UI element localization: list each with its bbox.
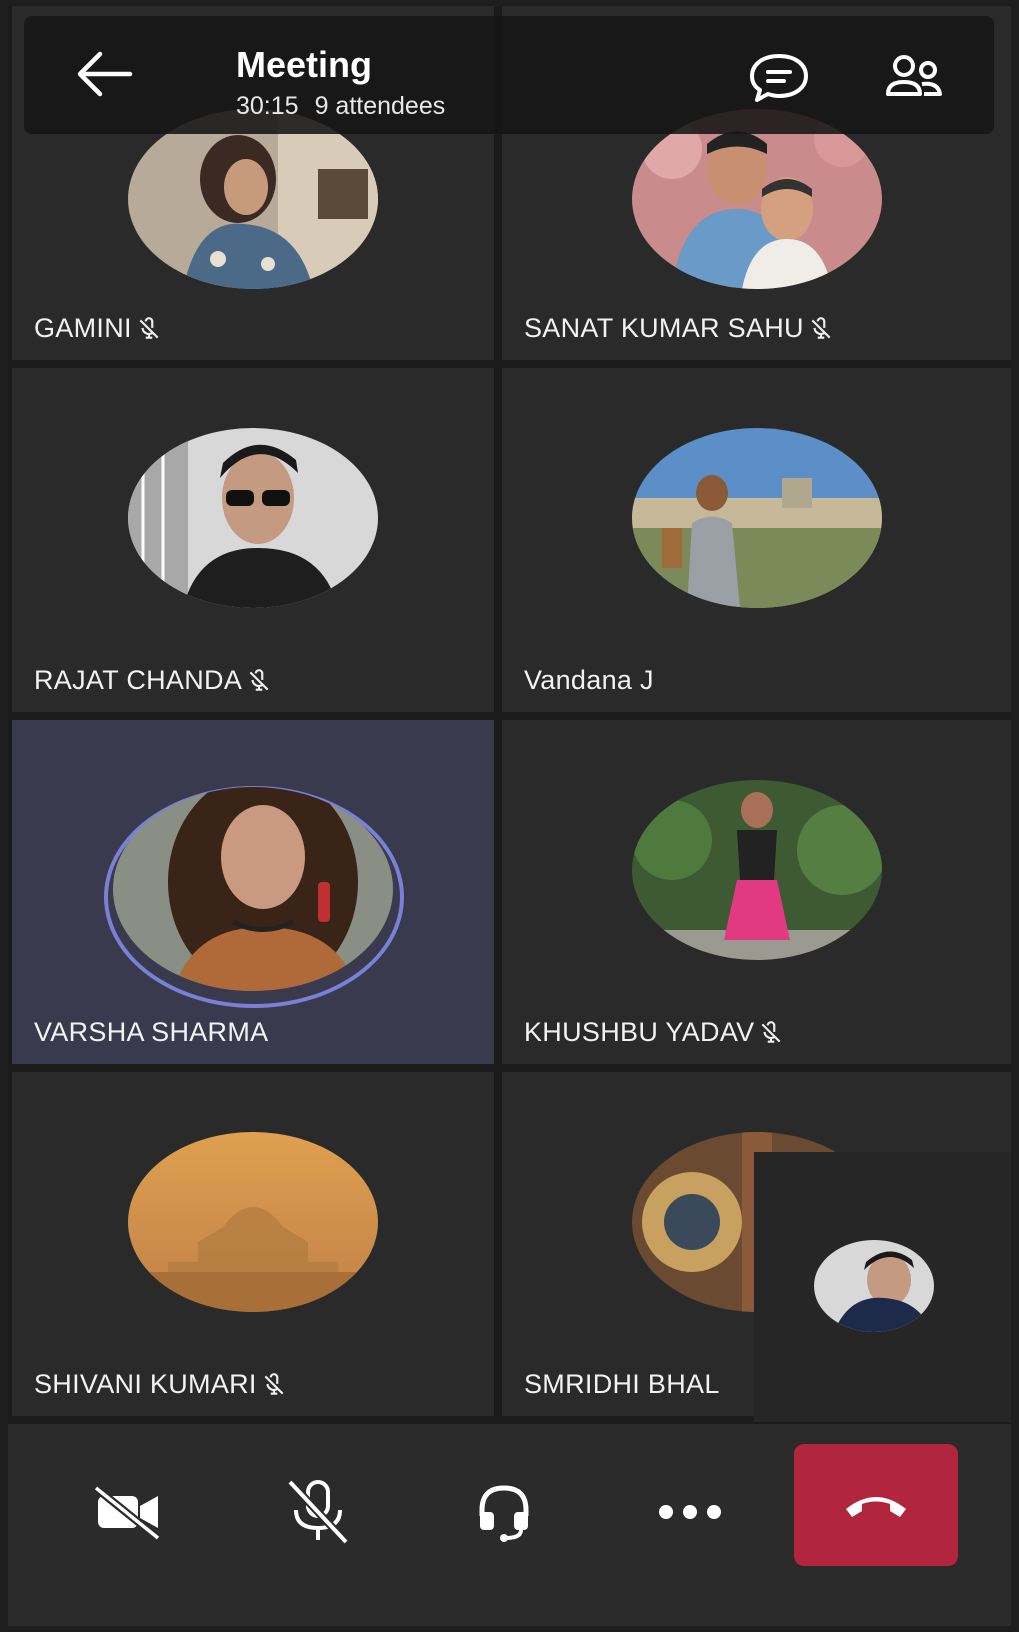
mic-off-icon (762, 1020, 781, 1043)
meeting-duration: 30:15 (236, 92, 299, 120)
more-options-button[interactable] (644, 1466, 736, 1558)
mic-off-icon (287, 1479, 349, 1545)
mic-toggle-button[interactable] (272, 1466, 364, 1558)
participant-tile-vandana[interactable]: Vandana J (502, 368, 1011, 712)
meeting-title: Meeting (236, 44, 373, 85)
more-icon (659, 1505, 721, 1519)
back-arrow-icon[interactable] (68, 44, 138, 104)
participant-avatar (113, 787, 393, 991)
audio-device-button[interactable] (458, 1466, 550, 1558)
participant-avatar (128, 109, 378, 289)
mic-off-icon (811, 316, 831, 339)
participant-name: SMRIDHI BHAL (524, 1369, 720, 1399)
participants-icon[interactable] (882, 50, 948, 104)
participant-avatar (128, 428, 378, 608)
self-video-preview[interactable] (754, 1152, 1011, 1422)
participant-name: Vandana J (524, 665, 654, 695)
participant-tile-varsha[interactable]: VARSHA SHARMA (12, 720, 494, 1064)
participant-tile-rajat[interactable]: RAJAT CHANDA (12, 368, 494, 712)
hang-up-button[interactable] (794, 1444, 958, 1566)
participant-tile-shivani[interactable]: SHIVANI KUMARI (12, 1072, 494, 1416)
participant-avatar (128, 1132, 378, 1312)
participant-avatar (631, 109, 882, 289)
participant-avatar (631, 428, 882, 608)
participant-name: SANAT KUMAR SAHU (524, 313, 834, 344)
hang-up-icon (846, 1497, 906, 1517)
attendee-count: 9 attendees (314, 92, 446, 120)
meeting-screen: GAMINI SANAT KUMAR SAHU RAJAT CHANDA Van… (8, 6, 1011, 1626)
chat-icon[interactable] (746, 50, 812, 104)
headset-icon (479, 1485, 529, 1542)
participant-avatar (631, 780, 882, 960)
participant-name: VARSHA SHARMA (34, 1017, 269, 1047)
meeting-meta: 30:15 9 attendees (236, 92, 461, 121)
camera-off-icon (93, 1484, 161, 1542)
participant-name: RAJAT CHANDA (34, 665, 272, 696)
meeting-header: Meeting 30:15 9 attendees (24, 16, 994, 134)
self-avatar (814, 1240, 934, 1332)
participant-tile-khushbu[interactable]: KHUSHBU YADAV (502, 720, 1011, 1064)
participant-name: GAMINI (34, 313, 162, 344)
mic-off-icon (264, 1372, 284, 1395)
camera-toggle-button[interactable] (82, 1466, 174, 1558)
call-controls-bar (8, 1424, 1011, 1626)
mic-off-icon (139, 316, 159, 339)
mic-off-icon (249, 668, 269, 691)
participant-name: KHUSHBU YADAV (524, 1017, 784, 1048)
participant-name: SHIVANI KUMARI (34, 1369, 287, 1400)
